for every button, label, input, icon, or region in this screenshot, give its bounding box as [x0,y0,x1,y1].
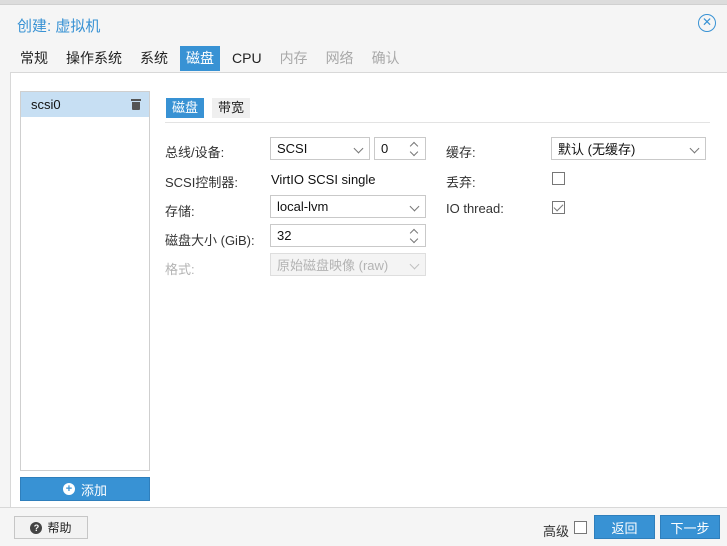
bus-device-label: 总线/设备: [165,145,225,160]
cache-select[interactable]: 默认 (无缓存) [551,137,706,160]
list-item[interactable]: scsi0 [21,92,149,117]
iothread-label: IO thread: [446,201,504,216]
divider [165,122,710,123]
scsi-controller-value: VirtIO SCSI single [271,172,376,187]
cache-value: 默认 (无缓存) [558,142,636,157]
titlebar: 创建: 虚拟机 ✕ [0,5,727,41]
storage-label: 存储: [165,204,195,219]
close-icon[interactable]: ✕ [698,14,716,32]
iothread-checkbox[interactable] [552,201,565,214]
tab-general[interactable]: 常规 [14,46,54,71]
subtab-bandwidth[interactable]: 带宽 [212,98,251,118]
device-number-value: 0 [381,141,389,156]
chevron-down-icon [691,145,699,153]
dialog-title: 创建: 虚拟机 [17,18,101,35]
wizard-tabs: 常规 操作系统 系统 磁盘 CPU 内存 网络 确认 [14,46,406,72]
storage-select[interactable]: local-lvm [270,195,426,218]
disk-label: scsi0 [31,97,61,112]
chevron-down-icon [355,145,363,153]
spinner-arrows-icon[interactable] [410,228,419,244]
spinner-arrows-icon[interactable] [410,141,419,157]
discard-checkbox[interactable] [552,172,565,185]
scsi-controller-label: SCSI控制器: [165,175,238,190]
disk-size-label: 磁盘大小 (GiB): [165,233,255,248]
format-select: 原始磁盘映像 (raw) [270,253,426,276]
advanced-label: 高级 [543,524,570,539]
disk-size-spinner[interactable]: 32 [270,224,426,247]
chevron-down-icon [411,203,419,211]
next-button[interactable]: 下一步 [660,515,720,539]
tab-confirm: 确认 [371,50,400,66]
bus-select[interactable]: SCSI [270,137,370,160]
add-disk-button[interactable]: + 添加 [20,477,150,501]
back-button[interactable]: 返回 [594,515,655,539]
help-button[interactable]: ? 帮助 [14,516,88,539]
tab-system[interactable]: 系统 [134,46,174,71]
question-circle-icon: ? [30,521,43,534]
format-value: 原始磁盘映像 (raw) [277,258,389,273]
trash-icon[interactable] [131,99,141,110]
discard-label: 丢弃: [446,175,476,190]
create-vm-dialog: 创建: 虚拟机 ✕ 常规 操作系统 系统 磁盘 CPU 内存 网络 确认 scs… [0,4,727,546]
disk-subtabs: 磁盘 带宽 [166,98,251,118]
help-label: 帮助 [47,521,72,535]
tab-memory: 内存 [279,50,308,66]
add-disk-label: 添加 [80,482,107,498]
tab-disks[interactable]: 磁盘 [180,46,220,71]
tab-os[interactable]: 操作系统 [60,46,128,71]
disk-size-value: 32 [277,228,292,243]
tab-network: 网络 [325,50,354,66]
chevron-down-icon [411,261,419,269]
disk-list: scsi0 [20,91,150,471]
advanced-checkbox[interactable] [574,521,587,534]
cache-label: 缓存: [446,145,476,160]
subtab-disk[interactable]: 磁盘 [166,98,205,118]
bus-value: SCSI [277,141,308,156]
dialog-footer: ? 帮助 高级 返回 下一步 [0,507,727,546]
storage-value: local-lvm [277,199,329,214]
format-label: 格式: [165,262,195,277]
plus-circle-icon: + [62,483,75,495]
device-number-spinner[interactable]: 0 [374,137,426,160]
disk-panel: scsi0 + 添加 磁盘 带宽 总线/设备: SCSI 0 SCSI控制器: … [10,72,727,507]
disk-form: 总线/设备: SCSI 0 SCSI控制器: VirtIO SCSI singl… [165,122,710,282]
tab-cpu[interactable]: CPU [226,46,268,71]
